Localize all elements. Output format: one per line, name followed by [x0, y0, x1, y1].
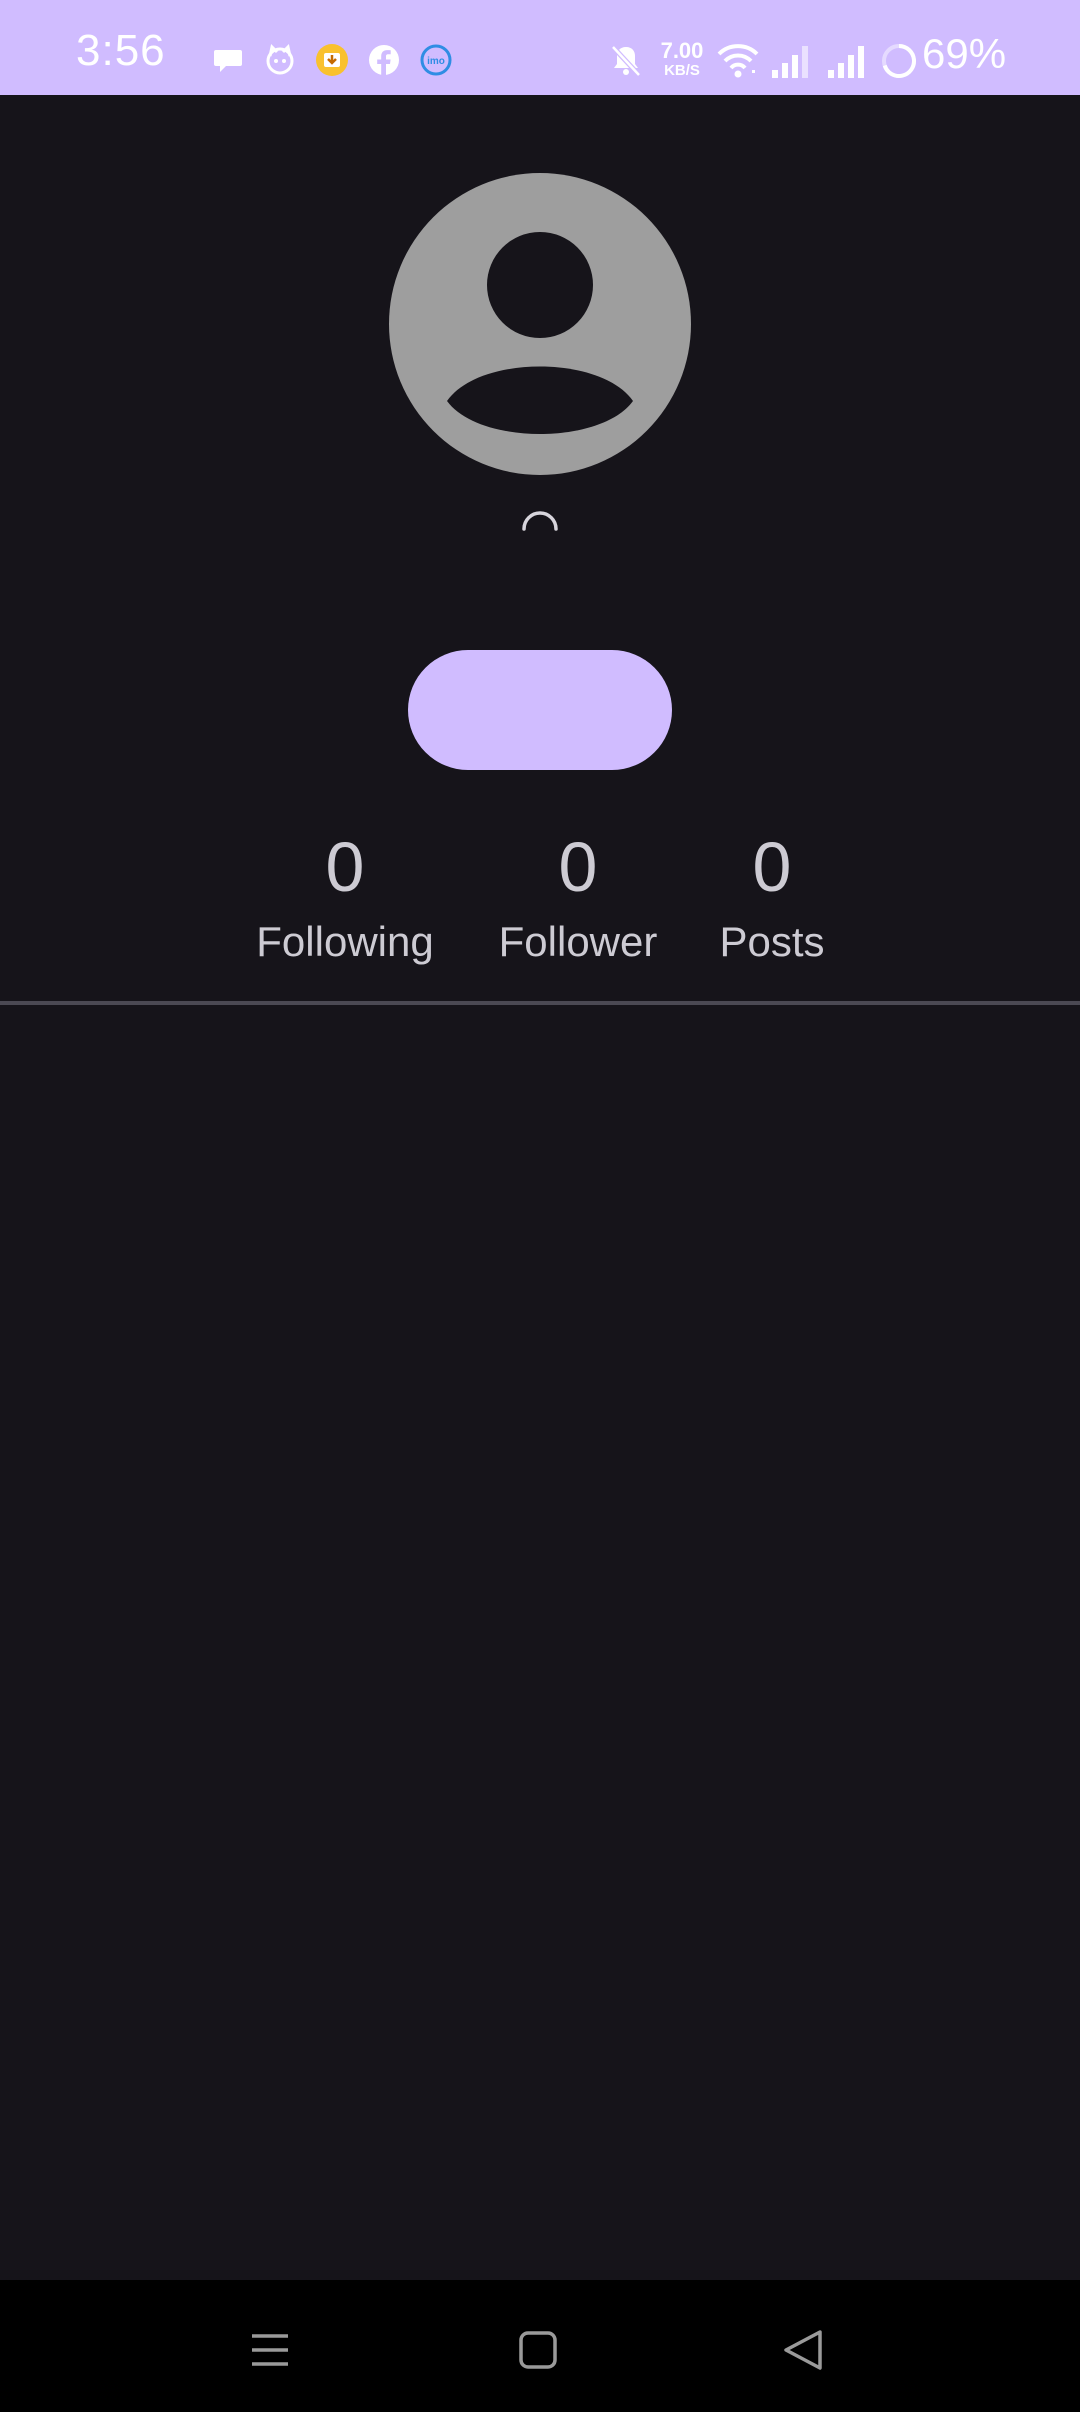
facebook-icon — [369, 45, 399, 75]
follower-count: 0 — [558, 828, 598, 906]
signal-sim1-icon — [772, 46, 808, 78]
svg-text:imo: imo — [427, 56, 445, 67]
profile-action-button[interactable] — [408, 650, 672, 770]
stat-follower[interactable]: 0 Follower — [478, 820, 678, 970]
system-nav-bar — [0, 2280, 1080, 2412]
back-icon[interactable] — [764, 2310, 844, 2390]
posts-label: Posts — [719, 918, 825, 965]
chat-bubble-icon — [214, 50, 242, 72]
home-icon[interactable] — [498, 2310, 578, 2390]
signal-sim2-icon — [828, 46, 864, 78]
network-speed-value: 7.00 — [660, 38, 704, 63]
battery-ring-icon — [882, 44, 916, 78]
follower-label: Follower — [498, 918, 658, 965]
status-time: 3:56 — [76, 26, 166, 75]
battery-percent: 69% — [922, 30, 1007, 77]
download-badge-icon — [316, 44, 348, 76]
following-label: Following — [256, 918, 434, 965]
menu-icon[interactable] — [230, 2310, 310, 2390]
cat-face-icon — [266, 44, 294, 75]
imo-icon: imo — [420, 44, 452, 76]
bell-muted-icon — [611, 45, 641, 77]
posts-count: 0 — [752, 828, 792, 906]
posts-area — [0, 1005, 1080, 2280]
stat-posts[interactable]: 0 Posts — [692, 820, 852, 970]
status-bar: 3:56 imo 7.00 KB/S 69% — [0, 0, 1080, 95]
network-speed: 7.00 KB/S — [654, 38, 710, 79]
following-count: 0 — [325, 828, 365, 906]
stat-following[interactable]: 0 Following — [240, 820, 450, 970]
loading-spinner-icon — [522, 511, 558, 531]
default-avatar-icon[interactable] — [389, 173, 691, 475]
wifi-icon — [717, 44, 759, 78]
network-speed-unit: KB/S — [664, 62, 700, 79]
